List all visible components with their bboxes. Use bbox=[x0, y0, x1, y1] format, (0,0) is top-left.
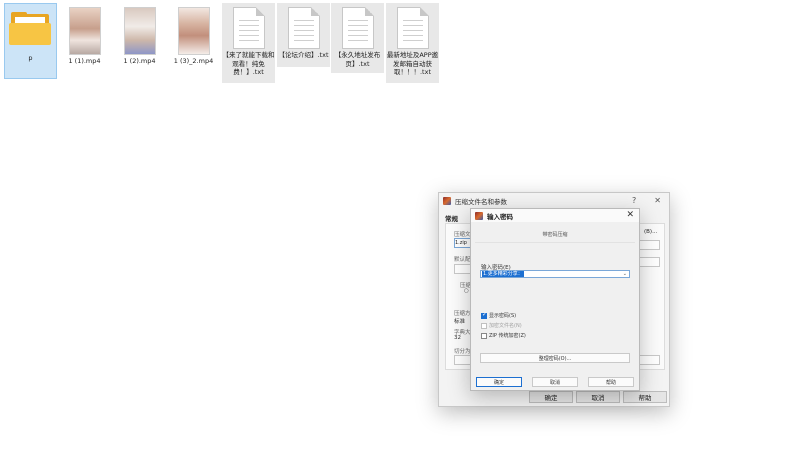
checkbox-checked-icon bbox=[481, 311, 487, 319]
checkbox-label: ZIP 传统加密(Z) bbox=[489, 333, 526, 339]
cancel-button[interactable]: 取消 bbox=[576, 391, 620, 403]
checkbox-icon bbox=[481, 332, 487, 339]
file-name: 1 (2).mp4 bbox=[123, 57, 156, 65]
tab-general[interactable]: 常规 bbox=[445, 213, 458, 223]
dialog-subtitle: 带密码压缩 bbox=[542, 232, 568, 238]
divider bbox=[475, 242, 635, 243]
zip-legacy-encryption-checkbox[interactable]: ZIP 传统加密(Z) bbox=[481, 332, 526, 339]
password-value: 1.更多精彩分享： bbox=[482, 271, 524, 277]
titlebar-buttons: ? ✕ bbox=[632, 196, 661, 205]
split-label: 切分为 bbox=[454, 349, 471, 355]
file-item-text[interactable]: 【论坛介绍】.txt bbox=[277, 3, 330, 67]
format-radio[interactable]: ○ bbox=[464, 288, 469, 294]
show-password-checkbox[interactable]: 显示密码(S) bbox=[481, 311, 517, 319]
file-name: 1 (1).mp4 bbox=[68, 57, 101, 65]
file-item-text[interactable]: 【来了就能下载和观看！纯免费！】.txt bbox=[222, 3, 275, 83]
encrypt-filenames-checkbox[interactable]: 加密文件名(N) bbox=[481, 322, 522, 329]
video-thumbnail-icon bbox=[68, 7, 101, 55]
dictionary-value[interactable]: 32 bbox=[454, 335, 461, 341]
ok-button[interactable]: 确定 bbox=[476, 377, 522, 387]
dialog-titlebar: 输入密码 bbox=[471, 209, 639, 222]
file-item-video[interactable]: 1 (1).mp4 bbox=[58, 3, 111, 79]
organize-passwords-button[interactable]: 整理密码(O)... bbox=[480, 353, 630, 363]
file-name: 【论坛介绍】.txt bbox=[278, 51, 329, 59]
help-button[interactable]: 帮助 bbox=[588, 377, 634, 387]
file-name: 【来了就能下载和观看！纯免费！】.txt bbox=[222, 51, 275, 76]
text-file-icon bbox=[396, 7, 429, 49]
text-file-icon bbox=[341, 7, 374, 49]
file-name: 【永久地址发布页】.txt bbox=[334, 51, 381, 68]
dialog-title: 压缩文件名和参数 bbox=[455, 198, 507, 206]
cancel-button[interactable]: 取消 bbox=[532, 377, 578, 387]
video-thumbnail-icon bbox=[123, 7, 156, 55]
method-value[interactable]: 标准 bbox=[454, 317, 465, 325]
checkbox-label: 加密文件名(N) bbox=[489, 323, 522, 329]
checkbox-label: 显示密码(S) bbox=[489, 313, 517, 319]
browse-button[interactable]: (B)... bbox=[644, 229, 657, 235]
method-label: 压缩方 bbox=[454, 311, 471, 317]
help-icon[interactable]: ? bbox=[632, 196, 636, 205]
help-button[interactable]: 帮助 bbox=[623, 391, 667, 403]
folder-icon bbox=[8, 12, 53, 46]
file-item-text[interactable]: 最新地址及APP邀发邮箱自动获取！！！.txt bbox=[386, 3, 439, 83]
video-thumbnail-icon bbox=[177, 7, 210, 55]
file-name: 1 (3)_2.mp4 bbox=[173, 57, 214, 65]
password-input[interactable]: 1.更多精彩分享： ⌄ bbox=[480, 270, 630, 278]
file-item-text[interactable]: 【永久地址发布页】.txt bbox=[331, 3, 384, 73]
chevron-down-icon[interactable]: ⌄ bbox=[623, 271, 627, 277]
winrar-app-icon bbox=[475, 211, 483, 220]
close-icon[interactable]: ✕ bbox=[654, 196, 661, 205]
checkbox-icon bbox=[481, 322, 487, 329]
file-item-video[interactable]: 1 (3)_2.mp4 bbox=[167, 3, 220, 79]
close-icon[interactable]: ✕ bbox=[626, 210, 634, 220]
file-grid: p 1 (1).mp4 1 (2).mp4 1 (3)_2.mp4 【来了就能下… bbox=[0, 0, 800, 90]
winrar-app-icon bbox=[443, 197, 451, 205]
file-name: p bbox=[28, 54, 33, 62]
file-item-video[interactable]: 1 (2).mp4 bbox=[113, 3, 166, 79]
file-item-folder-p[interactable]: p bbox=[4, 3, 57, 79]
text-file-icon bbox=[232, 7, 265, 49]
ok-button[interactable]: 确定 bbox=[529, 391, 573, 403]
file-name: 最新地址及APP邀发邮箱自动获取！！！.txt bbox=[386, 51, 439, 76]
password-dialog: 输入密码 ✕ 带密码压缩 输入密码(E) 1.更多精彩分享： ⌄ 显示密码(S)… bbox=[470, 208, 640, 391]
text-file-icon bbox=[287, 7, 320, 49]
dialog-title: 输入密码 bbox=[487, 212, 513, 221]
